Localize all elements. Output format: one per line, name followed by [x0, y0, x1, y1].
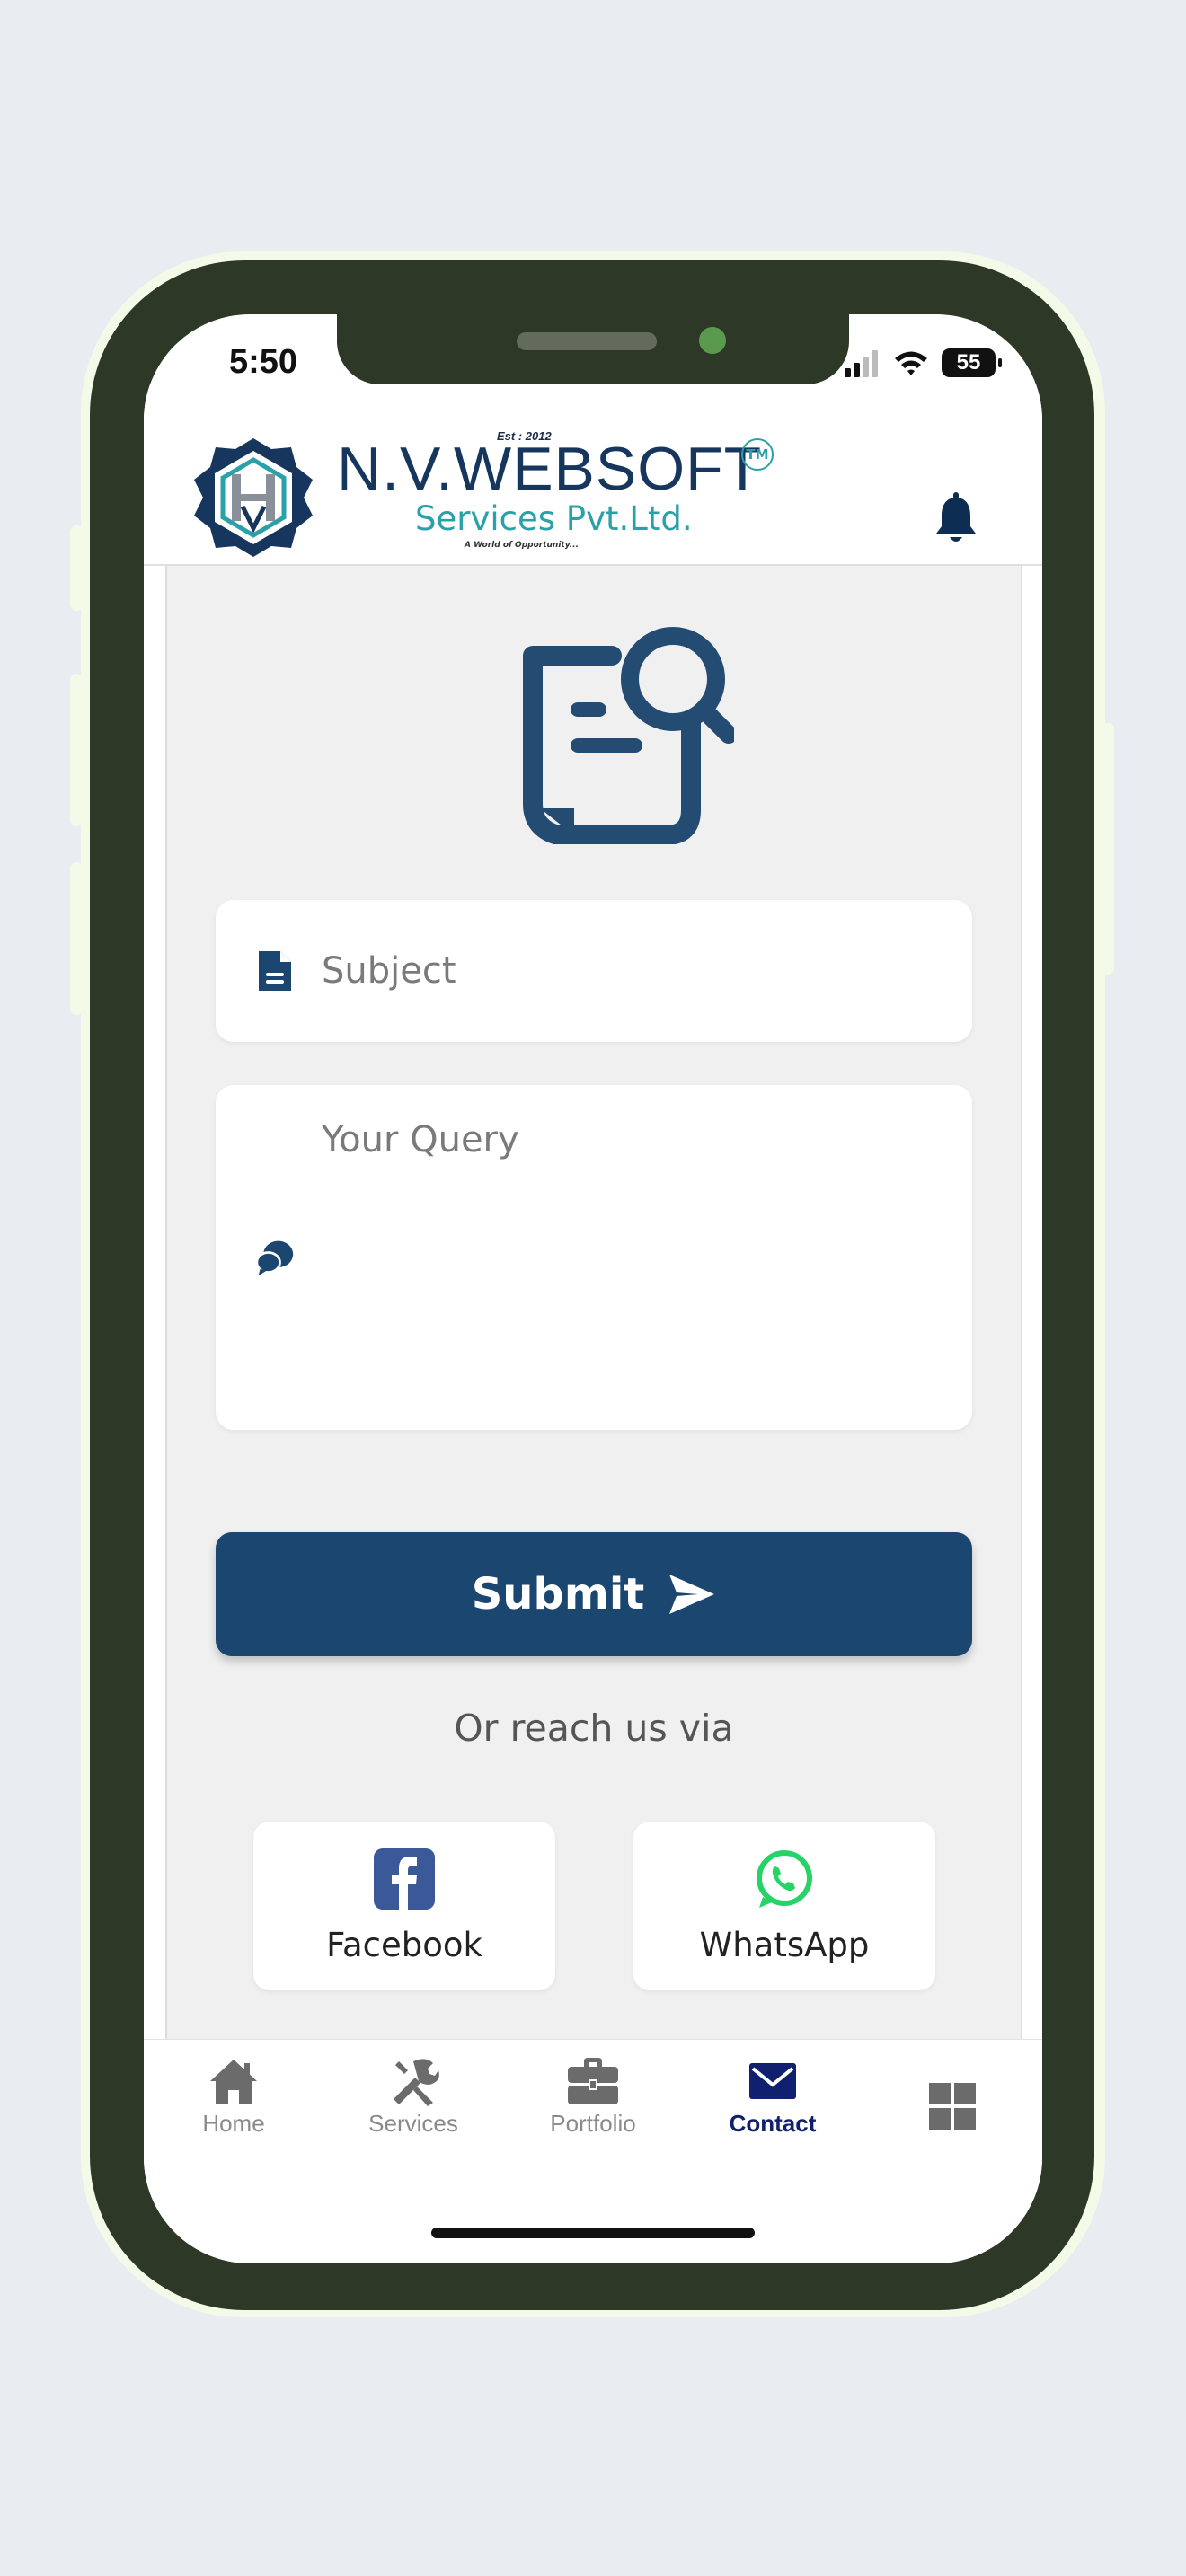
status-icons: 55 [845, 345, 1002, 381]
app-header: Est : 2012 N.V.WEBSOFT TM Services Pvt.L… [144, 384, 1042, 566]
facebook-label: Facebook [326, 1926, 482, 1964]
grid-icon [929, 2083, 976, 2130]
submit-label: Submit [471, 1569, 645, 1619]
volume-up-button [70, 674, 83, 826]
nav-item-portfolio[interactable]: Portfolio [503, 2056, 683, 2138]
home-indicator[interactable] [431, 2228, 755, 2238]
phone-speaker [517, 332, 657, 350]
volume-down-button [70, 862, 83, 1015]
contact-form-area: Subject Your Query Submit Or reach us vi… [165, 566, 1022, 2039]
query-placeholder: Your Query [322, 1119, 519, 1160]
reach-us-label: Or reach us via [454, 1707, 734, 1750]
submit-button[interactable]: Submit [216, 1532, 972, 1656]
power-button [1102, 723, 1114, 975]
status-time: 5:50 [229, 343, 298, 381]
comment-icon [255, 1240, 294, 1276]
trademark-badge: TM [741, 438, 774, 471]
wifi-icon [895, 351, 927, 375]
company-logo-wordmark: Est : 2012 N.V.WEBSOFT TM Services Pvt.L… [337, 429, 786, 564]
nav-item-home[interactable]: Home [144, 2056, 323, 2138]
whatsapp-label: WhatsApp [699, 1926, 870, 1964]
subject-placeholder: Subject [322, 950, 456, 992]
logo-tagline: A World of Opportunity... [465, 541, 580, 550]
nav-item-more[interactable] [863, 2056, 1042, 2135]
tools-icon [394, 2059, 439, 2106]
phone-screen: 5:50 55 Est : 2012 N.V.WEBSOFT TM Servic… [144, 314, 1042, 2263]
mute-switch [70, 525, 83, 611]
envelope-icon [749, 2063, 796, 2099]
battery-level: 55 [956, 350, 981, 375]
query-field[interactable]: Your Query [216, 1085, 972, 1430]
whatsapp-button[interactable]: WhatsApp [633, 1822, 935, 1990]
cellular-signal-icon [845, 350, 878, 377]
home-icon [210, 2060, 257, 2104]
nav-label-contact: Contact [729, 2110, 817, 2137]
document-search-icon [523, 627, 734, 844]
battery-icon: 55 [942, 348, 1002, 377]
bell-icon[interactable] [934, 492, 978, 546]
file-icon [259, 951, 291, 991]
paper-plane-icon [669, 1575, 715, 1614]
nav-item-contact[interactable]: Contact [683, 2056, 863, 2138]
nav-item-services[interactable]: Services [323, 2056, 503, 2138]
phone-camera [699, 327, 726, 354]
nav-label-services: Services [368, 2110, 458, 2137]
subject-field[interactable]: Subject [216, 900, 972, 1042]
nav-label-portfolio: Portfolio [550, 2110, 636, 2137]
logo-subtitle: Services Pvt.Ltd. [415, 499, 693, 538]
whatsapp-icon [757, 1850, 812, 1908]
facebook-icon [374, 1848, 435, 1910]
facebook-button[interactable]: Facebook [253, 1822, 555, 1990]
briefcase-icon [568, 2058, 618, 2104]
nav-label-home: Home [202, 2110, 265, 2137]
company-logo-icon [194, 438, 313, 557]
logo-brand-name: N.V.WEBSOFT [337, 435, 763, 503]
